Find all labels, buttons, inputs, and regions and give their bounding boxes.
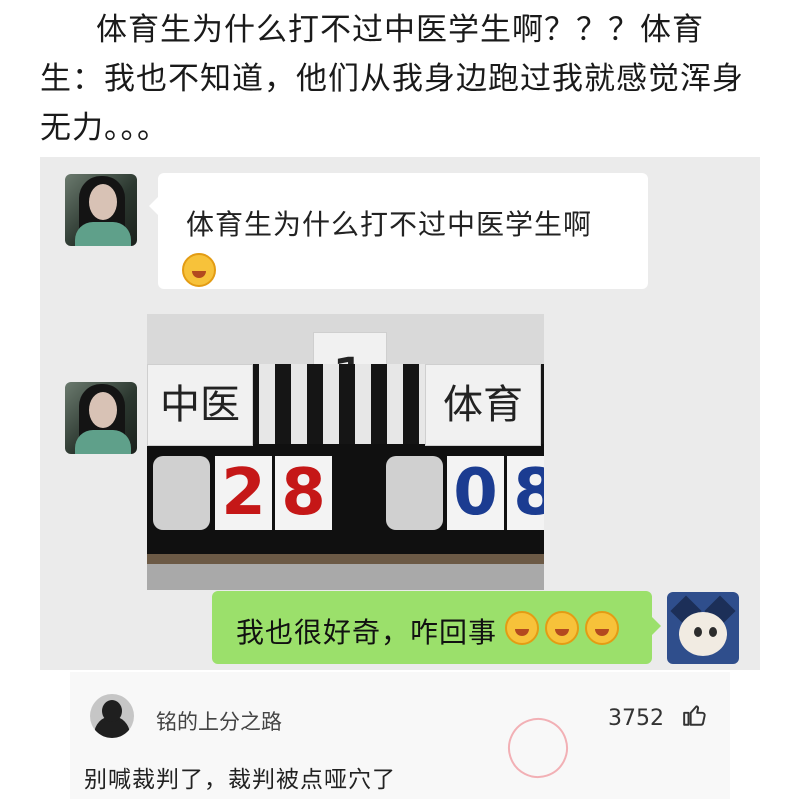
sender-avatar [65,174,137,246]
right-score-tens: 0 [447,456,504,530]
post-text: 体育生为什么打不过中医学生啊？？？体育生：我也不知道，他们从我身边跑过我就感觉浑… [40,12,744,146]
incoming-message-text: 体育生为什么打不过中医学生啊 [186,208,593,241]
crying-emoji-icon [182,253,216,287]
thumbs-up-icon[interactable] [682,702,708,728]
incoming-message-bubble: 体育生为什么打不过中医学生啊 [149,173,648,289]
right-team-label: 体育 [425,364,541,446]
left-team-label: 中医 [147,364,253,446]
chat-screenshot: 体育生为什么打不过中医学生啊 1 中医 体育 2 8 0 8 我也很好奇，咋回事 [40,157,760,670]
left-score-blank [153,456,210,530]
laughing-cry-emoji-icon [545,611,579,645]
commenter-avatar[interactable] [90,694,134,738]
left-score-ones: 8 [275,456,332,530]
scoreboard-photo: 1 中医 体育 2 8 0 8 [147,314,544,590]
comment-text: 别喊裁判了，裁判被点哑穴了 [84,767,396,793]
sender-avatar-2 [65,382,137,454]
right-score-ones: 8 [507,456,544,530]
right-score-blank [386,456,443,530]
like-count: 3752 [608,706,664,731]
left-score-tens: 2 [215,456,272,530]
watermark-stamp-icon [500,710,576,786]
laughing-cry-emoji-icon [505,611,539,645]
laughing-cry-emoji-icon [585,611,619,645]
outgoing-message-bubble: 我也很好奇，咋回事 [212,591,661,664]
receiver-avatar [667,592,739,664]
comment-card: 铭的上分之路 3752 别喊裁判了，裁判被点哑穴了 [70,672,730,799]
commenter-name[interactable]: 铭的上分之路 [156,706,282,736]
outgoing-message-text: 我也很好奇，咋回事 [236,616,498,649]
scoreboard: 中医 体育 2 8 0 8 [147,364,544,590]
